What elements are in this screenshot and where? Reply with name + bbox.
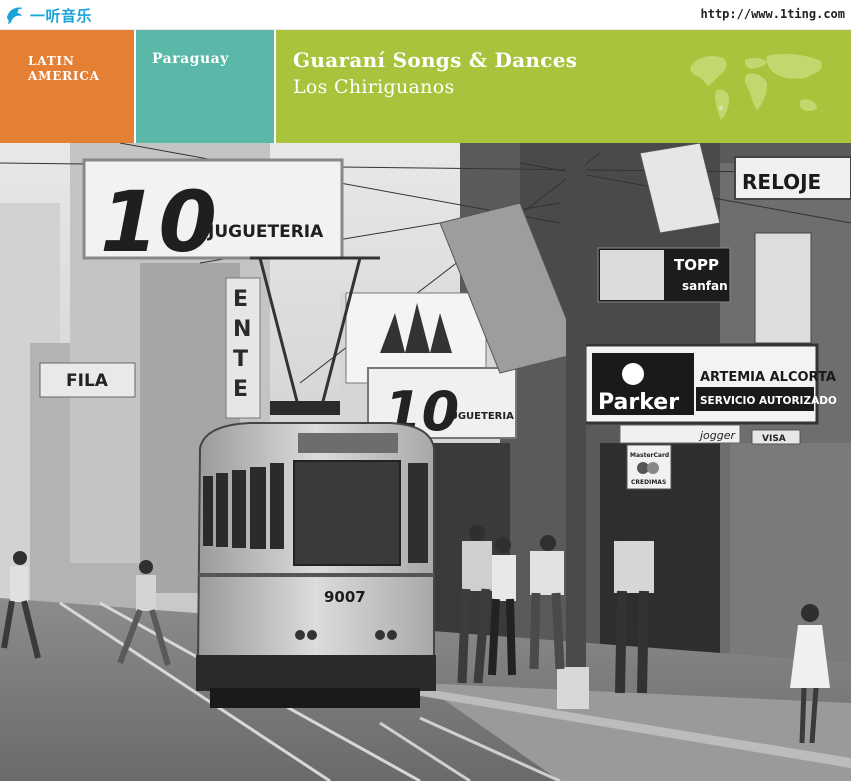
region-block: LATIN AMERICA [0,30,136,143]
sign-jugueteria-bottom: JUGUETERIA [445,411,514,422]
title-block: Guaraní Songs & Dances Los Chiriguanos [276,30,851,143]
svg-text:T: T [233,347,248,372]
site-url[interactable]: http://www.1ting.com [701,7,846,21]
sign-mastercard: MasterCard [630,452,669,459]
album-title: Guaraní Songs & Dances [293,48,578,72]
site-logo-text: 一听音乐 [30,6,93,25]
location-marker-icon [718,105,724,111]
site-logo[interactable]: 一听音乐 [4,3,92,27]
tram-number: 9007 [324,588,366,606]
sign-artemia: ARTEMIA ALCORTA [700,370,836,385]
region-line-2: AMERICA [28,69,100,83]
world-map-icon [690,53,822,120]
album-header: LATIN AMERICA Paraguay Guaraní Songs & D… [0,30,851,143]
country-label: Paraguay [152,51,229,67]
sign-jogger: jogger [698,429,737,442]
svg-text:N: N [233,317,251,342]
sign-fila: FILA [66,371,109,391]
album-cover-photo: 10 JUGUETERIA ENTE FILA 10 JUGUETERIA RE… [0,143,851,781]
svg-text:E: E [233,377,248,402]
album-artist: Los Chiriguanos [293,76,455,98]
sign-credimas: CREDIMAS [631,479,666,486]
sign-parker: Parker [598,390,679,415]
sign-reloje: RELOJE [742,170,821,194]
sign-number-10: 10 [100,173,217,271]
album-page: 一听音乐 http://www.1ting.com LATIN AMERICA … [0,0,851,781]
sign-servicio: SERVICIO AUTORIZADO [700,395,837,407]
sign-sanfan: sanfan [682,279,728,293]
parker-sign: Parker ARTEMIA ALCORTA SERVICIO AUTORIZA… [583,343,837,425]
jugueteria-sign-top: 10 JUGUETERIA [82,158,344,271]
sign-jugueteria: JUGUETERIA [207,222,324,242]
region-label: LATIN AMERICA [28,54,100,84]
sign-visa: VISA [762,434,786,444]
svg-text:E: E [233,287,248,312]
region-line-1: LATIN [28,54,75,68]
site-top-bar: 一听音乐 http://www.1ting.com [0,0,851,30]
country-block: Paraguay [136,30,276,143]
dolphin-logo-icon [7,7,23,24]
street-scene-image: 10 JUGUETERIA ENTE FILA 10 JUGUETERIA RE… [0,143,851,781]
sign-topp: TOPP [674,256,719,274]
